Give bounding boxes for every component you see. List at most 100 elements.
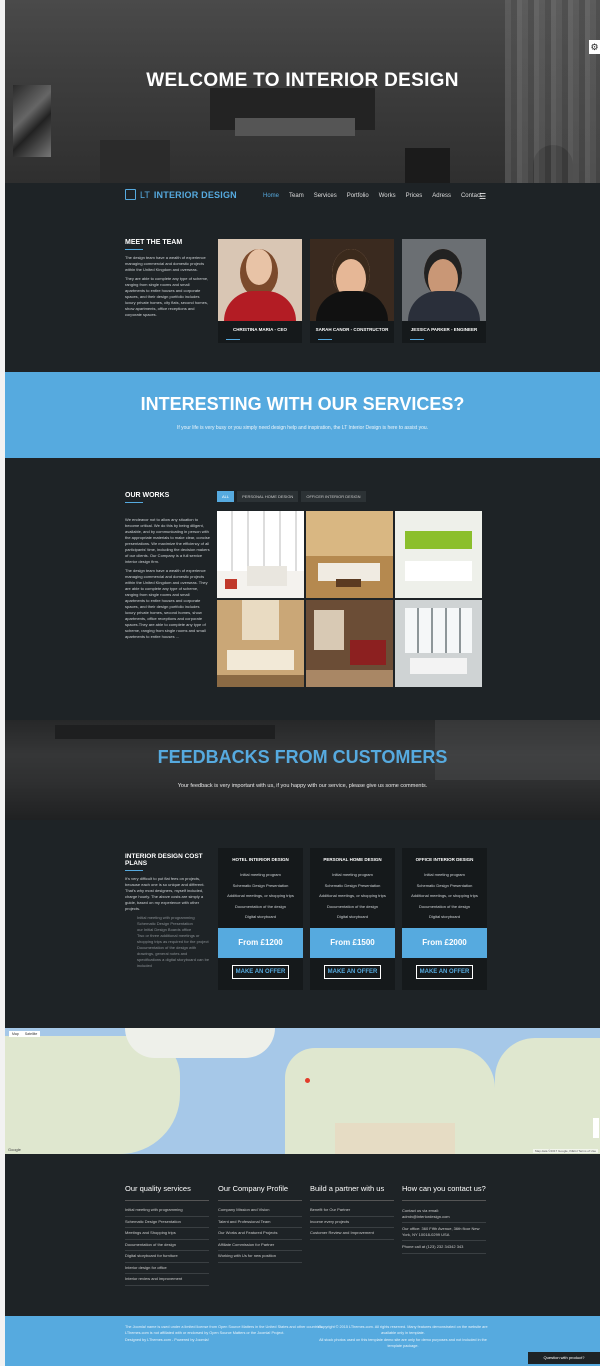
pricing-notes: Initial meeting with programming Schemat… xyxy=(137,915,210,969)
footer-column: Our quality services Initial meeting wit… xyxy=(125,1184,209,1286)
footer-link[interactable]: Customer Review and Improvement xyxy=(310,1228,394,1240)
nav-item-adress[interactable]: Adress xyxy=(432,193,451,199)
plan-price: From £2000 xyxy=(402,927,487,958)
site-logo[interactable]: LT INTERIOR DESIGN xyxy=(125,189,237,200)
nav-item-services[interactable]: Services xyxy=(314,193,337,199)
plan-title: OFFICE INTERIOR DESIGN xyxy=(415,857,474,862)
plan-price: From £1200 xyxy=(218,927,303,958)
footer-link[interactable]: Company Mission and Vision xyxy=(218,1205,302,1217)
team-paragraph-2: They are able to complete any type of sc… xyxy=(125,276,209,317)
copyright: Copyright © 2015 LThemes.com. All rights… xyxy=(318,1325,488,1335)
question-button[interactable]: Question with product? xyxy=(528,1352,600,1364)
member-name: SARAH CANOR - CONSTRUCTOR xyxy=(315,327,389,332)
member-outfit xyxy=(408,291,480,321)
make-offer-button[interactable]: MAKE AN OFFER xyxy=(231,964,290,979)
footer-link[interactable]: Initial meeting with programming xyxy=(125,1205,209,1217)
works-paragraph-1: We endeavor not to allow any situation t… xyxy=(125,517,210,564)
nav-item-portfolio[interactable]: Portfolio xyxy=(347,193,369,199)
gallery-image[interactable] xyxy=(306,511,393,598)
services-title: INTERESTING WITH OUR SERVICES? xyxy=(140,394,465,414)
member-face xyxy=(424,249,462,297)
plan-feature: Digital storyboard xyxy=(336,914,369,919)
works-title: OUR WORKS xyxy=(125,492,170,499)
satellite-button[interactable]: Satellite xyxy=(21,1031,41,1037)
footer-divider xyxy=(218,1200,302,1201)
footer-link[interactable]: Benefit for Our Partner xyxy=(310,1205,394,1217)
price-plan: PERSONAL HOME DESIGN Initial meeting pro… xyxy=(310,848,395,990)
member-photo xyxy=(402,239,486,321)
zoom-control[interactable] xyxy=(593,1118,599,1138)
make-offer-button[interactable]: MAKE AN OFFER xyxy=(323,964,382,979)
gallery-image[interactable] xyxy=(217,600,304,687)
filter-all[interactable]: ALL xyxy=(217,491,235,502)
gear-icon[interactable]: ⚙ xyxy=(589,40,600,54)
main-nav: LT INTERIOR DESIGN Home Team Services Po… xyxy=(5,183,600,209)
logo-name: INTERIOR DESIGN xyxy=(153,189,237,200)
location-map[interactable]: Map Satellite Google Map data ©2017 Goog… xyxy=(5,1028,600,1154)
team-card[interactable]: SARAH CANOR - CONSTRUCTOR xyxy=(310,239,394,343)
plan-feature: Documentation of the design xyxy=(327,903,378,909)
works-section: OUR WORKS We endeavor not to allow any s… xyxy=(5,458,600,720)
legal-text: The Joomla! name is used under a limited… xyxy=(125,1325,325,1344)
footer-link[interactable]: Interior design for office xyxy=(125,1263,209,1274)
team-card[interactable]: JESSICA PARKER - ENGINEER xyxy=(402,239,486,343)
nav-item-prices[interactable]: Prices xyxy=(406,193,423,199)
logo-prefix: LT xyxy=(140,189,150,200)
map-button[interactable]: Map xyxy=(9,1031,22,1037)
plan-feature: Additional meetings, or shopping trips xyxy=(227,893,294,898)
map-land-greenland xyxy=(125,1028,275,1058)
gallery-image[interactable] xyxy=(217,511,304,598)
footer-link[interactable]: Affiliate Commission for Partner xyxy=(218,1240,302,1251)
team-title: MEET THE TEAM xyxy=(125,239,183,246)
footer-link[interactable]: Documentation of the design xyxy=(125,1240,209,1251)
plan-feature: Additional meetings, or shopping trips xyxy=(319,893,386,898)
nav-menu: Home Team Services Portfolio Works Price… xyxy=(263,193,492,199)
member-photo xyxy=(310,239,394,321)
title-underline xyxy=(125,502,143,503)
footer-link[interactable]: Schematic Design Presentation xyxy=(125,1217,209,1228)
nav-item-works[interactable]: Works xyxy=(379,193,396,199)
team-card[interactable]: CHRISTINA MARIA - CEO xyxy=(218,239,302,343)
plan-features: Initial meeting program Schematic Design… xyxy=(402,870,487,923)
services-subtitle: If your life is very busy or you simply … xyxy=(176,425,429,431)
title-underline xyxy=(125,249,143,250)
footer-link[interactable]: Digital storyboard for furniture xyxy=(125,1251,209,1263)
plan-price: From £1500 xyxy=(310,927,395,958)
gallery-image[interactable] xyxy=(306,600,393,687)
map-attribution[interactable]: Map data ©2017 Google, INEGI Terms of Us… xyxy=(532,1149,598,1153)
footer-link[interactable]: Income every projects xyxy=(310,1217,394,1228)
plan-feature: Schematic Design Presentation xyxy=(324,882,381,888)
member-outfit xyxy=(224,291,296,321)
make-offer-button[interactable]: MAKE AN OFFER xyxy=(415,964,474,979)
footer-link[interactable]: Working with Us for new position xyxy=(218,1251,302,1263)
footer-link[interactable]: Meetings and Shopping trips xyxy=(125,1228,209,1240)
page-frame: WELCOME TO INTERIOR DESIGN ⚙ LT INTERIOR… xyxy=(5,0,600,1366)
hamburger-icon[interactable]: ☰ xyxy=(479,192,486,201)
nav-item-team[interactable]: Team xyxy=(289,193,304,199)
gallery-image[interactable] xyxy=(395,511,482,598)
member-photo xyxy=(218,239,302,321)
contact-phone[interactable]: Phone call at (123) 232 34342 343 xyxy=(402,1241,486,1254)
map-pin-icon[interactable] xyxy=(305,1078,310,1083)
member-name: JESSICA PARKER - ENGINEER xyxy=(410,327,478,332)
nav-item-home[interactable]: Home xyxy=(263,193,279,199)
hero-banner: WELCOME TO INTERIOR DESIGN ⚙ xyxy=(5,0,600,183)
footer-link[interactable]: Interior review and improvement xyxy=(125,1274,209,1286)
contact-email[interactable]: Contact us via email: admin@interiordesi… xyxy=(402,1205,486,1223)
designed-by[interactable]: Designed by LThemes.com - Powered by Joo… xyxy=(125,1338,325,1344)
footer-heading: Our quality services xyxy=(125,1184,191,1193)
member-face xyxy=(332,249,370,297)
logo-icon xyxy=(125,189,136,200)
gallery-image[interactable] xyxy=(395,600,482,687)
price-plan: OFFICE INTERIOR DESIGN Initial meeting p… xyxy=(402,848,487,990)
plan-features: Initial meeting program Schematic Design… xyxy=(310,870,395,923)
pricing-section: INTERIOR DESIGN COST PLANS It's very dif… xyxy=(5,820,600,1028)
footer-link[interactable]: Talent and Professional Team xyxy=(218,1217,302,1228)
team-intro: MEET THE TEAM The design team have a wea… xyxy=(125,239,210,318)
filter-personal-home[interactable]: PERSONAL HOME DESIGN xyxy=(237,491,299,502)
footer-link[interactable]: Our Works and Featured Projects xyxy=(218,1228,302,1240)
feedback-overlay xyxy=(5,720,600,820)
map-type-toggle: Map Satellite xyxy=(9,1031,41,1037)
works-filters: ALL PERSONAL HOME DESIGN OFFICER INTERIO… xyxy=(217,491,366,502)
filter-officer-interior[interactable]: OFFICER INTERIOR DESIGN xyxy=(301,491,366,502)
